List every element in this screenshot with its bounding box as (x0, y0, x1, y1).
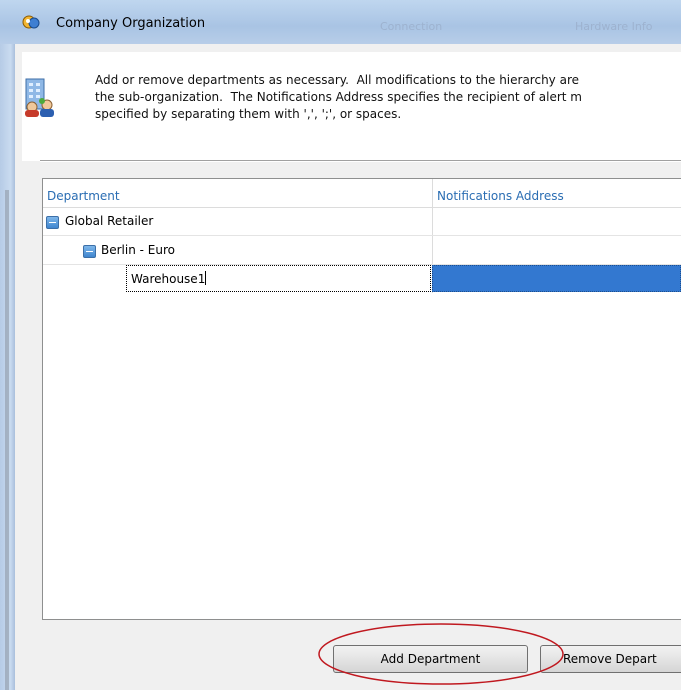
department-tree-grid[interactable]: Department Notifications Address Global … (42, 178, 681, 620)
notifications-address-cell-selected[interactable] (432, 265, 681, 292)
department-name: Berlin - Euro (101, 243, 175, 257)
department-name-editor[interactable]: Warehouse1 (126, 265, 431, 292)
tree-row[interactable]: Global Retailer (43, 207, 681, 236)
tree-row[interactable]: Berlin - Euro (43, 236, 681, 265)
department-name: Global Retailer (65, 214, 154, 228)
description-line: Add or remove departments as necessary. … (95, 73, 580, 87)
background-tab: Connection (380, 20, 443, 33)
description-line: specified by separating them with ',', '… (95, 107, 402, 121)
annotation-ellipse (318, 623, 564, 685)
window-title-bar: Company Organization Connection Hardware… (0, 0, 681, 44)
grid-header: Department Notifications Address (43, 179, 681, 208)
collapse-icon[interactable] (83, 245, 96, 258)
app-icon (22, 15, 40, 29)
description-text: Add or remove departments as necessary. … (95, 72, 681, 123)
column-header-notifications[interactable]: Notifications Address (432, 179, 681, 207)
description-line: the sub-organization. The Notifications … (95, 90, 582, 104)
editor-text: Warehouse1 (131, 272, 206, 286)
window-title: Company Organization (56, 16, 206, 31)
background-tab: Hardware Info (575, 20, 653, 33)
separator (40, 160, 681, 162)
collapse-icon[interactable] (46, 216, 59, 229)
text-caret (205, 271, 207, 285)
column-header-department[interactable]: Department (43, 179, 432, 207)
organization-icon (25, 78, 54, 117)
frame-shadow (5, 190, 9, 690)
editor-value: Warehouse1 (131, 271, 207, 286)
